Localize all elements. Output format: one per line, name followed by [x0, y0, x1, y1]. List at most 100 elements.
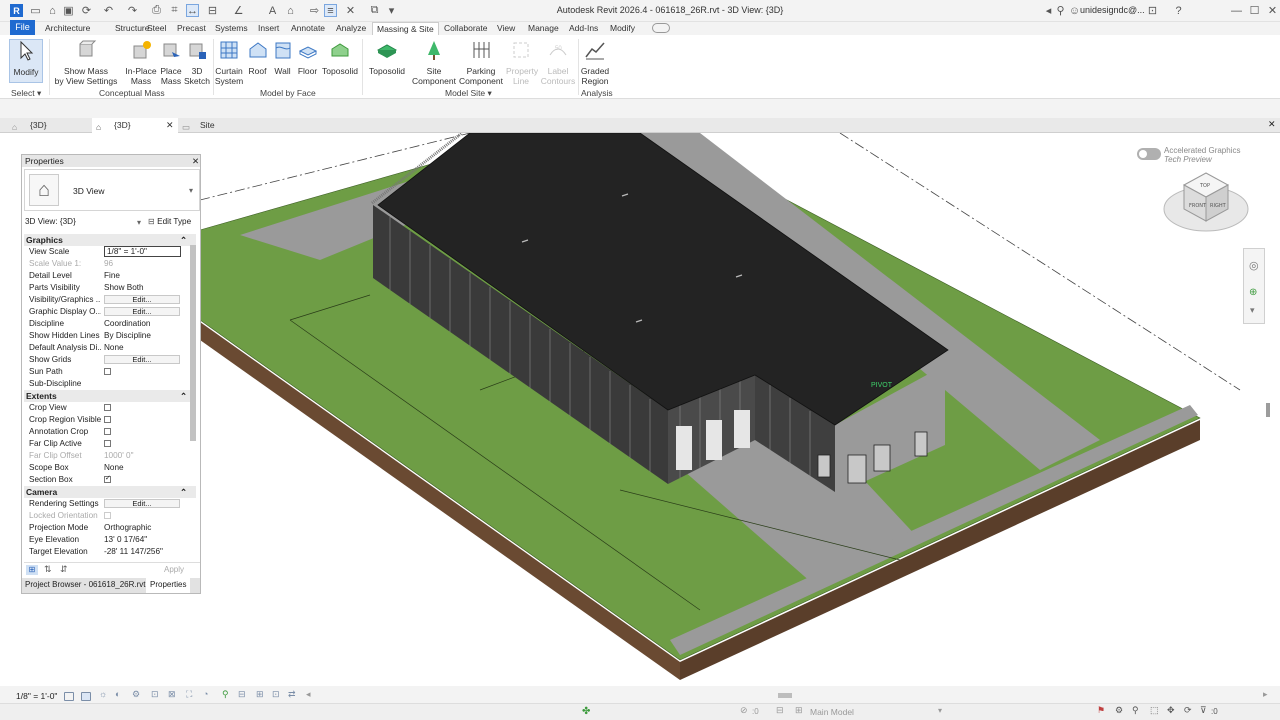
- prop-value[interactable]: By Discipline: [104, 330, 151, 342]
- prop-value[interactable]: None: [104, 342, 124, 354]
- section-graphics[interactable]: Graphics ⌃: [24, 234, 196, 246]
- worksets-icon[interactable]: ✤: [582, 706, 590, 717]
- properties-scrollbar[interactable]: [190, 245, 196, 441]
- folder-icon[interactable]: ⌂: [46, 4, 59, 17]
- toposolid-button[interactable]: Toposolid: [368, 39, 406, 76]
- search-icon[interactable]: ⚲: [1054, 4, 1067, 17]
- displacement-icon[interactable]: ⇄: [288, 689, 296, 700]
- instance-selector[interactable]: 3D View: {3D} ▾: [25, 217, 141, 227]
- parking-component-button[interactable]: Parking Component: [458, 39, 504, 86]
- constraints-icon[interactable]: ⊟: [238, 689, 246, 700]
- properties-toggle-icon[interactable]: ⊟: [776, 705, 784, 716]
- reveal-hidden-icon[interactable]: ◔: [203, 689, 208, 699]
- drag-elements-icon[interactable]: ✥: [1167, 705, 1175, 716]
- in-place-mass-button[interactable]: In-Place Mass: [124, 39, 158, 86]
- prop-row[interactable]: Crop View: [26, 402, 191, 414]
- scroll-right-icon[interactable]: ▸: [1263, 689, 1268, 700]
- prop-row[interactable]: Eye Elevation 13' 0 17/64": [26, 534, 191, 546]
- view-tab-site[interactable]: ▭ Site: [178, 118, 258, 133]
- far-clip-checkbox[interactable]: [104, 440, 111, 447]
- modify-button[interactable]: Modify: [9, 39, 43, 83]
- 3d-sketch-button[interactable]: 3D Sketch: [184, 39, 210, 86]
- select-underlay-icon[interactable]: ⚙: [1115, 705, 1123, 716]
- prop-row[interactable]: Sub-Discipline: [26, 378, 191, 390]
- view-scale-control[interactable]: 1/8" = 1'-0": [16, 691, 57, 701]
- aligned-dimension-icon[interactable]: ⊟: [206, 4, 219, 17]
- maximize-icon[interactable]: ☐: [1248, 4, 1261, 17]
- show-mass-button[interactable]: Show Mass by View Settings: [54, 39, 118, 86]
- crop-icon[interactable]: ⊡: [151, 689, 159, 700]
- prop-value[interactable]: Orthographic: [104, 522, 151, 534]
- prop-value[interactable]: 13' 0 17/64": [104, 534, 147, 546]
- prop-row[interactable]: Default Analysis Di... None: [26, 342, 191, 354]
- filter-icon[interactable]: ⊽: [1200, 705, 1207, 716]
- prop-row[interactable]: Projection Mode Orthographic: [26, 522, 191, 534]
- undo-icon[interactable]: ↶: [102, 4, 115, 17]
- edit-type-button[interactable]: ⊟ Edit Type: [148, 216, 191, 226]
- analysis-icon[interactable]: ⚲: [222, 689, 229, 700]
- prop-row[interactable]: Annotation Crop: [26, 426, 191, 438]
- background-process-icon[interactable]: ⟳: [1184, 705, 1192, 716]
- place-mass-button[interactable]: Place Mass: [158, 39, 184, 86]
- roof-button[interactable]: Roof: [245, 39, 270, 76]
- view-scale-input[interactable]: 1/8" = 1'-0": [104, 246, 181, 257]
- tab-add-ins[interactable]: Add-Ins: [565, 22, 602, 35]
- view-tab-3d-active[interactable]: ⌂ {3D} ✕: [92, 118, 178, 133]
- 3d-view-icon[interactable]: ⌂: [284, 4, 297, 17]
- cart-icon[interactable]: ⊡: [1146, 4, 1159, 17]
- section-extents[interactable]: Extents ⌃: [24, 390, 196, 402]
- highlight-icon[interactable]: ⊡: [272, 689, 280, 700]
- curtain-system-button[interactable]: Curtain System: [214, 39, 244, 86]
- revit-logo-icon[interactable]: R: [10, 4, 23, 17]
- site-component-button[interactable]: Site Component: [412, 39, 456, 86]
- contextual-toggle-icon[interactable]: [652, 23, 670, 33]
- tab-modify[interactable]: Modify: [606, 22, 639, 35]
- edit-button[interactable]: Edit...: [104, 355, 180, 364]
- apply-button[interactable]: Apply: [164, 565, 184, 574]
- tab-annotate[interactable]: Annotate: [287, 22, 329, 35]
- render-icon[interactable]: ⚙: [132, 689, 140, 700]
- active-model-dropdown[interactable]: Main Model: [810, 707, 940, 717]
- sort-az-icon[interactable]: ⇅: [44, 564, 52, 575]
- crop-view-checkbox[interactable]: [104, 404, 111, 411]
- tab-steel[interactable]: Steel: [143, 22, 170, 35]
- sun-path-icon[interactable]: ☼: [99, 689, 107, 699]
- prop-row[interactable]: Detail Level Fine: [26, 270, 191, 282]
- lock-3d-icon[interactable]: ⊠: [168, 689, 176, 700]
- select-by-face-icon[interactable]: ⬚: [1150, 705, 1159, 716]
- prop-row[interactable]: Crop Region Visible: [26, 414, 191, 426]
- minimize-icon[interactable]: —: [1230, 4, 1243, 17]
- switch-windows-icon[interactable]: ⧉: [368, 4, 381, 17]
- prop-row[interactable]: Show Grids Edit...: [26, 354, 191, 366]
- save-icon[interactable]: ▣: [62, 4, 75, 17]
- tab-architecture[interactable]: Architecture: [41, 22, 94, 35]
- select-links-icon[interactable]: ⚑: [1097, 705, 1105, 716]
- text-A-icon[interactable]: A: [266, 4, 279, 17]
- project-browser-tab[interactable]: Project Browser - 061618_26R.rvt: [25, 580, 146, 589]
- scroll-left-icon[interactable]: ◂: [306, 689, 311, 700]
- close-tab-icon[interactable]: ✕: [166, 118, 174, 132]
- tab-manage[interactable]: Manage: [524, 22, 563, 35]
- print-icon[interactable]: ⎙: [150, 4, 163, 17]
- accelerated-graphics-toggle[interactable]: [1137, 148, 1161, 160]
- sync-icon[interactable]: ⟳: [80, 4, 93, 17]
- model-site-panel-label[interactable]: Model Site ▾: [445, 88, 492, 99]
- wall-button[interactable]: Wall: [270, 39, 295, 76]
- user-name[interactable]: unidesigndc@...: [1080, 5, 1145, 15]
- prop-value[interactable]: Show Both: [104, 282, 144, 294]
- graded-region-button[interactable]: Graded Region: [580, 39, 610, 86]
- edit-button[interactable]: Edit...: [104, 295, 180, 304]
- qat-dropdown-icon[interactable]: ▾: [385, 4, 398, 17]
- section-camera[interactable]: Camera ⌃: [24, 486, 196, 498]
- visual-style-icon[interactable]: [81, 692, 91, 701]
- select-pinned-icon[interactable]: ⚲: [1132, 705, 1139, 716]
- detail-level-icon[interactable]: [64, 692, 74, 701]
- prop-row[interactable]: Discipline Coordination: [26, 318, 191, 330]
- floor-button[interactable]: Floor: [295, 39, 320, 76]
- prop-row[interactable]: Section Box ✓: [26, 474, 191, 486]
- edit-button[interactable]: Edit...: [104, 307, 180, 316]
- type-selector[interactable]: ⌂ 3D View ▾: [24, 169, 200, 211]
- property-line-button[interactable]: Property Line: [506, 39, 538, 86]
- close-properties-icon[interactable]: ✕: [192, 155, 199, 167]
- close-icon[interactable]: ✕: [1266, 4, 1279, 17]
